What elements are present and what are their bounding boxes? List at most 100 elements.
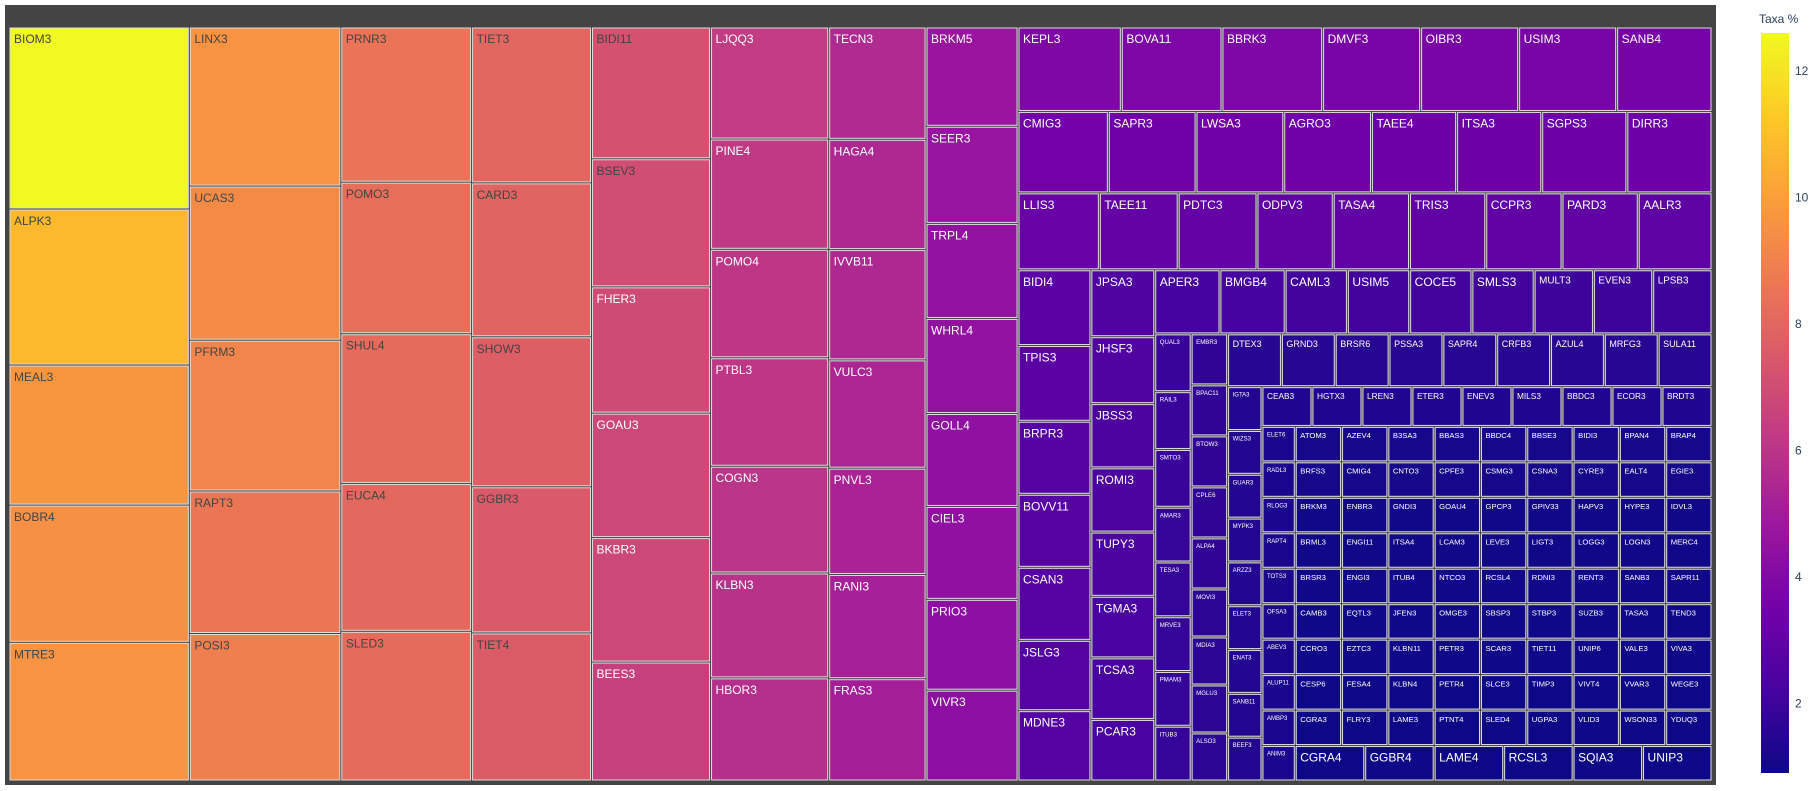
tile-ggbr3[interactable]: GGBR3 — [472, 487, 592, 633]
tile-engi3[interactable]: ENGI3 — [1342, 568, 1388, 604]
tile-jfen3[interactable]: JFEN3 — [1388, 604, 1434, 639]
tile-rect[interactable] — [341, 182, 472, 334]
tile-ptbl3[interactable]: PTBL3 — [711, 358, 829, 466]
tile-alpk3[interactable]: ALPK3 — [9, 209, 189, 365]
tile-suzb3[interactable]: SUZB3 — [1573, 604, 1619, 639]
tile-lame4[interactable]: LAME4 — [1434, 746, 1504, 781]
tile-lren3[interactable]: LREN3 — [1362, 387, 1412, 426]
tile-rect[interactable] — [9, 505, 189, 642]
tile-igta3[interactable]: IGTA3 — [1228, 387, 1262, 430]
tile-sled4[interactable]: SLED4 — [1480, 710, 1527, 746]
tile-taee4[interactable]: TAEE4 — [1371, 111, 1457, 193]
tile-brkm3[interactable]: BRKM3 — [1295, 497, 1342, 533]
tile-prio3[interactable]: PRIO3 — [926, 599, 1018, 690]
tile-pomo3[interactable]: POMO3 — [341, 182, 472, 334]
tile-dtex3[interactable]: DTEX3 — [1228, 334, 1281, 387]
tile-grnd3[interactable]: GRND3 — [1281, 334, 1335, 387]
tile-bmgb4[interactable]: BMGB4 — [1220, 270, 1285, 334]
tile-b3sa3[interactable]: B3SA3 — [1388, 426, 1434, 462]
tile-pine4[interactable]: PINE4 — [711, 139, 829, 249]
tile-petr4[interactable]: PETR4 — [1434, 675, 1480, 710]
tile-tesa3[interactable]: TESA3 — [1155, 562, 1191, 617]
tile-taee11[interactable]: TAEE11 — [1099, 193, 1178, 270]
tile-brml3[interactable]: BRML3 — [1295, 533, 1342, 568]
tile-rect[interactable] — [189, 340, 341, 491]
tile-cpfe3[interactable]: CPFE3 — [1434, 462, 1480, 497]
tile-agro3[interactable]: AGRO3 — [1284, 111, 1371, 193]
tile-mdia3[interactable]: MDIA3 — [1191, 637, 1228, 685]
tile-unip3[interactable]: UNIP3 — [1643, 746, 1712, 781]
tile-sapr4[interactable]: SAPR4 — [1443, 334, 1497, 387]
tile-pmam3[interactable]: PMAM3 — [1155, 672, 1191, 726]
tile-brfs3[interactable]: BRFS3 — [1295, 462, 1342, 497]
tile-rect[interactable] — [472, 337, 592, 487]
tile-rect[interactable] — [592, 159, 711, 287]
tile-gndi3[interactable]: GNDI3 — [1388, 497, 1434, 533]
tile-cgra3[interactable]: CGRA3 — [1295, 710, 1342, 746]
tile-kepl3[interactable]: KEPL3 — [1018, 27, 1121, 111]
tile-hapv3[interactable]: HAPV3 — [1573, 497, 1619, 533]
tile-caml3[interactable]: CAML3 — [1285, 270, 1347, 334]
tile-flry3[interactable]: FLRY3 — [1342, 710, 1388, 746]
tile-stbp3[interactable]: STBP3 — [1527, 604, 1573, 639]
tile-mrfg3[interactable]: MRFG3 — [1604, 334, 1658, 387]
tile-sqia3[interactable]: SQIA3 — [1573, 746, 1643, 781]
tile-goau4[interactable]: GOAU4 — [1434, 497, 1480, 533]
tile-rect[interactable] — [341, 334, 472, 483]
tile-brpr3[interactable]: BRPR3 — [1018, 421, 1091, 494]
tile-lpsb3[interactable]: LPSB3 — [1653, 270, 1712, 334]
tile-itub4[interactable]: ITUB4 — [1388, 568, 1434, 604]
tile-klbn4[interactable]: KLBN4 — [1388, 675, 1434, 710]
tile-bees3[interactable]: BEES3 — [592, 662, 711, 781]
tile-bkbr3[interactable]: BKBR3 — [592, 538, 711, 662]
tile-tris3[interactable]: TRIS3 — [1410, 193, 1486, 270]
tile-bsev3[interactable]: BSEV3 — [592, 159, 711, 287]
tile-eter3[interactable]: ETER3 — [1412, 387, 1462, 426]
tile-tiet4[interactable]: TIET4 — [472, 633, 592, 781]
tile-egie3[interactable]: EGIE3 — [1666, 462, 1712, 497]
tile-romi3[interactable]: ROMI3 — [1091, 468, 1155, 532]
tile-cyre3[interactable]: CYRE3 — [1573, 462, 1619, 497]
tile-lwsa3[interactable]: LWSA3 — [1196, 111, 1284, 193]
tile-rect[interactable] — [9, 642, 189, 781]
tile-smto3[interactable]: SMTO3 — [1155, 449, 1191, 507]
tile-linx3[interactable]: LINX3 — [189, 27, 341, 186]
tile-pdtc3[interactable]: PDTC3 — [1178, 193, 1257, 270]
tile-fesa4[interactable]: FESA4 — [1342, 675, 1388, 710]
tile-klbn3[interactable]: KLBN3 — [711, 573, 829, 678]
tile-rani3[interactable]: RANI3 — [829, 574, 926, 679]
tile-csan3[interactable]: CSAN3 — [1018, 567, 1091, 640]
tile-haga4[interactable]: HAGA4 — [829, 139, 926, 250]
tile-rect[interactable] — [341, 27, 472, 182]
tile-ceab3[interactable]: CEAB3 — [1262, 387, 1312, 426]
tile-coce5[interactable]: COCE5 — [1410, 270, 1472, 334]
tile-lame3[interactable]: LAME3 — [1388, 710, 1434, 746]
tile-merc4[interactable]: MERC4 — [1666, 533, 1712, 568]
tile-biom3[interactable]: BIOM3 — [9, 27, 189, 209]
tile-mdne3[interactable]: MDNE3 — [1018, 711, 1091, 781]
tile-rect[interactable] — [189, 491, 341, 634]
tile-fras3[interactable]: FRAS3 — [829, 679, 926, 781]
tile-rect[interactable] — [592, 413, 711, 538]
tile-rlog3[interactable]: RLOG3 — [1262, 497, 1295, 533]
tile-bpac11[interactable]: BPAC11 — [1191, 385, 1228, 436]
tile-cesp6[interactable]: CESP6 — [1295, 675, 1342, 710]
tile-ccpr3[interactable]: CCPR3 — [1486, 193, 1562, 270]
tile-atom3[interactable]: ATOM3 — [1295, 426, 1342, 462]
tile-rect[interactable] — [472, 183, 592, 337]
tile-bpan4[interactable]: BPAN4 — [1619, 426, 1666, 462]
tile-ucas3[interactable]: UCAS3 — [189, 186, 341, 340]
tile-ecor3[interactable]: ECOR3 — [1612, 387, 1662, 426]
tile-cmig3[interactable]: CMIG3 — [1018, 111, 1108, 193]
tile-sapr11[interactable]: SAPR11 — [1666, 568, 1712, 604]
tile-arzz3[interactable]: ARZZ3 — [1228, 562, 1262, 606]
tile-bbse3[interactable]: BBSE3 — [1527, 426, 1573, 462]
tile-pcar3[interactable]: PCAR3 — [1091, 719, 1155, 781]
tile-tend3[interactable]: TEND3 — [1666, 604, 1712, 639]
tile-ealt4[interactable]: EALT4 — [1619, 462, 1666, 497]
tile-pard3[interactable]: PARD3 — [1562, 193, 1638, 270]
tile-mypk3[interactable]: MYPK3 — [1228, 518, 1262, 562]
tile-eqtl3[interactable]: EQTL3 — [1342, 604, 1388, 639]
tile-sula11[interactable]: SULA11 — [1658, 334, 1712, 387]
tile-bbrk3[interactable]: BBRK3 — [1222, 27, 1323, 111]
